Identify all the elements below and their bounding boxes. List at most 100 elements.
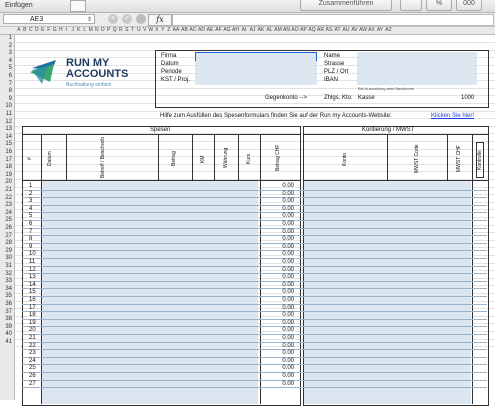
column-header[interactable]: X [154,27,160,34]
insert-button[interactable]: Einfügen [5,2,33,9]
betrag-chf-cell[interactable]: 0.00 [280,358,294,364]
column-header[interactable]: G [52,27,58,34]
column-header[interactable]: Z [166,27,172,34]
column-header[interactable]: AP [300,27,308,34]
row-header[interactable]: 13 [5,126,12,132]
column-header[interactable]: H [58,27,64,34]
row-header[interactable]: 25 [5,217,12,223]
column-header[interactable]: Q [112,27,118,34]
column-header[interactable]: A [16,27,22,34]
column-header[interactable]: P [106,27,112,34]
betrag-chf-cell[interactable]: 0.00 [280,191,294,197]
column-header[interactable]: AL [266,27,274,34]
betrag-chf-cell[interactable]: 0.00 [280,198,294,204]
betrag-chf-cell[interactable]: 0.00 [280,229,294,235]
row-header[interactable]: 1 [9,35,12,41]
chevron-updown-icon[interactable]: ⇕ [87,15,92,25]
betrag-chf-cell[interactable]: 0.00 [280,289,294,295]
row-header[interactable]: 3 [9,50,12,56]
betrag-chf-cell[interactable]: 0.00 [280,305,294,311]
column-header[interactable]: W [148,27,154,34]
column-header[interactable]: AV [351,27,359,34]
column-header[interactable]: AX [368,27,376,34]
row-header[interactable]: 18 [5,164,12,170]
row-header[interactable]: 19 [5,172,12,178]
betrag-chf-cell[interactable]: 0.00 [280,350,294,356]
column-header[interactable]: D [34,27,40,34]
column-header[interactable]: M [88,27,94,34]
column-header[interactable]: N [94,27,100,34]
betrag-chf-cell[interactable]: 0.00 [280,312,294,318]
row-header[interactable]: 31 [5,263,12,269]
column-header[interactable]: AT [334,27,342,34]
betrag-chf-cell[interactable]: 0.00 [280,183,294,189]
row-header[interactable]: 17 [5,157,12,163]
row-header[interactable]: 9 [9,96,12,102]
cancel-icon[interactable]: × [108,14,118,24]
row-header[interactable]: 8 [9,88,12,94]
row-header[interactable]: 23 [5,202,12,208]
column-header[interactable]: O [100,27,106,34]
thousands-button[interactable]: 000 [456,0,482,11]
column-header[interactable]: AQ [308,27,316,34]
column-header[interactable]: AO [291,27,299,34]
column-header[interactable]: AC [189,27,197,34]
column-header[interactable]: T [130,27,136,34]
row-header[interactable]: 4 [9,58,12,64]
betrag-chf-cell[interactable]: 0.00 [280,251,294,257]
accept-icon[interactable]: ✓ [122,14,132,24]
row-header[interactable]: 40 [5,331,12,337]
row-header[interactable]: 39 [5,324,12,330]
betrag-chf-cell[interactable]: 0.00 [280,282,294,288]
column-header[interactable]: I [64,27,70,34]
row-header[interactable]: 38 [5,316,12,322]
row-header[interactable]: 35 [5,293,12,299]
row-header[interactable]: 30 [5,255,12,261]
row-header[interactable]: 10 [5,103,12,109]
percent-button[interactable]: % [426,0,452,11]
zahlg-value[interactable]: Kasse [358,95,375,101]
column-header[interactable]: AN [283,27,291,34]
row-header[interactable]: 12 [5,119,12,125]
row-header[interactable]: 28 [5,240,12,246]
row-header[interactable]: 20 [5,179,12,185]
column-header[interactable]: AJ [249,27,257,34]
column-header[interactable]: AU [342,27,350,34]
help-link[interactable]: Klicken Sie hier! [431,113,474,119]
column-header[interactable]: R [118,27,124,34]
column-header[interactable]: E [40,27,46,34]
row-header[interactable]: 15 [5,141,12,147]
formula-input[interactable] [172,14,494,26]
column-header[interactable]: AK [257,27,265,34]
column-header[interactable]: AW [359,27,367,34]
row-header[interactable]: 24 [5,210,12,216]
row-header[interactable]: 34 [5,286,12,292]
row-header[interactable]: 21 [5,187,12,193]
column-header[interactable]: AH [232,27,240,34]
row-header[interactable]: 16 [5,149,12,155]
column-header[interactable]: AB [181,27,189,34]
column-header[interactable]: AS [325,27,333,34]
row-header[interactable]: 27 [5,233,12,239]
row-header[interactable]: 11 [6,111,12,117]
column-header[interactable]: AA [172,27,180,34]
column-header[interactable]: AE [206,27,214,34]
row-header[interactable]: 36 [5,301,12,307]
betrag-chf-cell[interactable]: 0.00 [280,206,294,212]
betrag-chf-cell[interactable]: 0.00 [280,267,294,273]
betrag-chf-cell[interactable]: 0.00 [280,236,294,242]
column-header[interactable]: L [82,27,88,34]
betrag-chf-cell[interactable]: 0.00 [280,327,294,333]
column-header[interactable]: F [46,27,52,34]
column-header[interactable]: AZ [385,27,393,34]
datum-periode-kst-inputs[interactable] [195,61,317,85]
minus-icon[interactable] [136,14,146,24]
merge-checkbox[interactable] [70,0,86,12]
column-header[interactable]: Y [160,27,166,34]
kontierung-entry-area[interactable] [304,181,471,404]
row-header[interactable]: 32 [5,271,12,277]
column-header[interactable]: U [136,27,142,34]
row-header[interactable]: 7 [9,81,12,87]
address-inputs[interactable] [357,52,477,85]
column-header[interactable]: K [76,27,82,34]
